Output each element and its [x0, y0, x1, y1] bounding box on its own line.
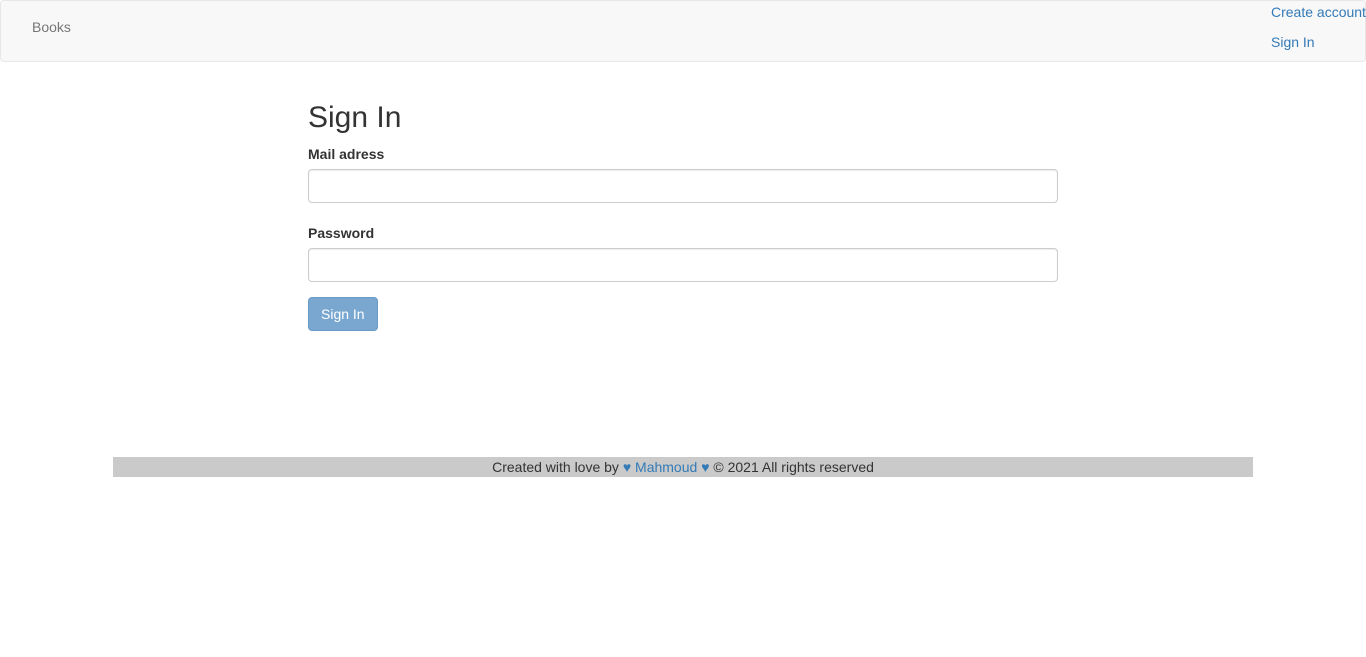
- sign-in-link[interactable]: Sign In: [1271, 32, 1315, 52]
- page-title: Sign In: [308, 101, 402, 134]
- navbar: Books Create account Sign In: [0, 0, 1366, 62]
- footer-prefix: Created with love by: [492, 459, 619, 475]
- sign-in-button[interactable]: Sign In: [308, 297, 378, 331]
- sign-in-form: Sign In Mail adress Password Sign In: [308, 96, 1058, 331]
- password-field[interactable]: [308, 248, 1058, 282]
- brand-link[interactable]: Books: [32, 18, 71, 36]
- footer-copyright: © 2021 All rights reserved: [713, 459, 874, 475]
- create-account-link[interactable]: Create account: [1271, 2, 1366, 22]
- heart-icon: ♥: [622, 459, 632, 475]
- email-field[interactable]: [308, 169, 1058, 203]
- footer: Created with love by ♥ Mahmoud ♥ © 2021 …: [113, 457, 1253, 477]
- author-link[interactable]: Mahmoud: [635, 459, 697, 475]
- email-label: Mail adress: [308, 146, 385, 162]
- password-label: Password: [308, 225, 375, 241]
- heart-icon: ♥: [701, 459, 710, 475]
